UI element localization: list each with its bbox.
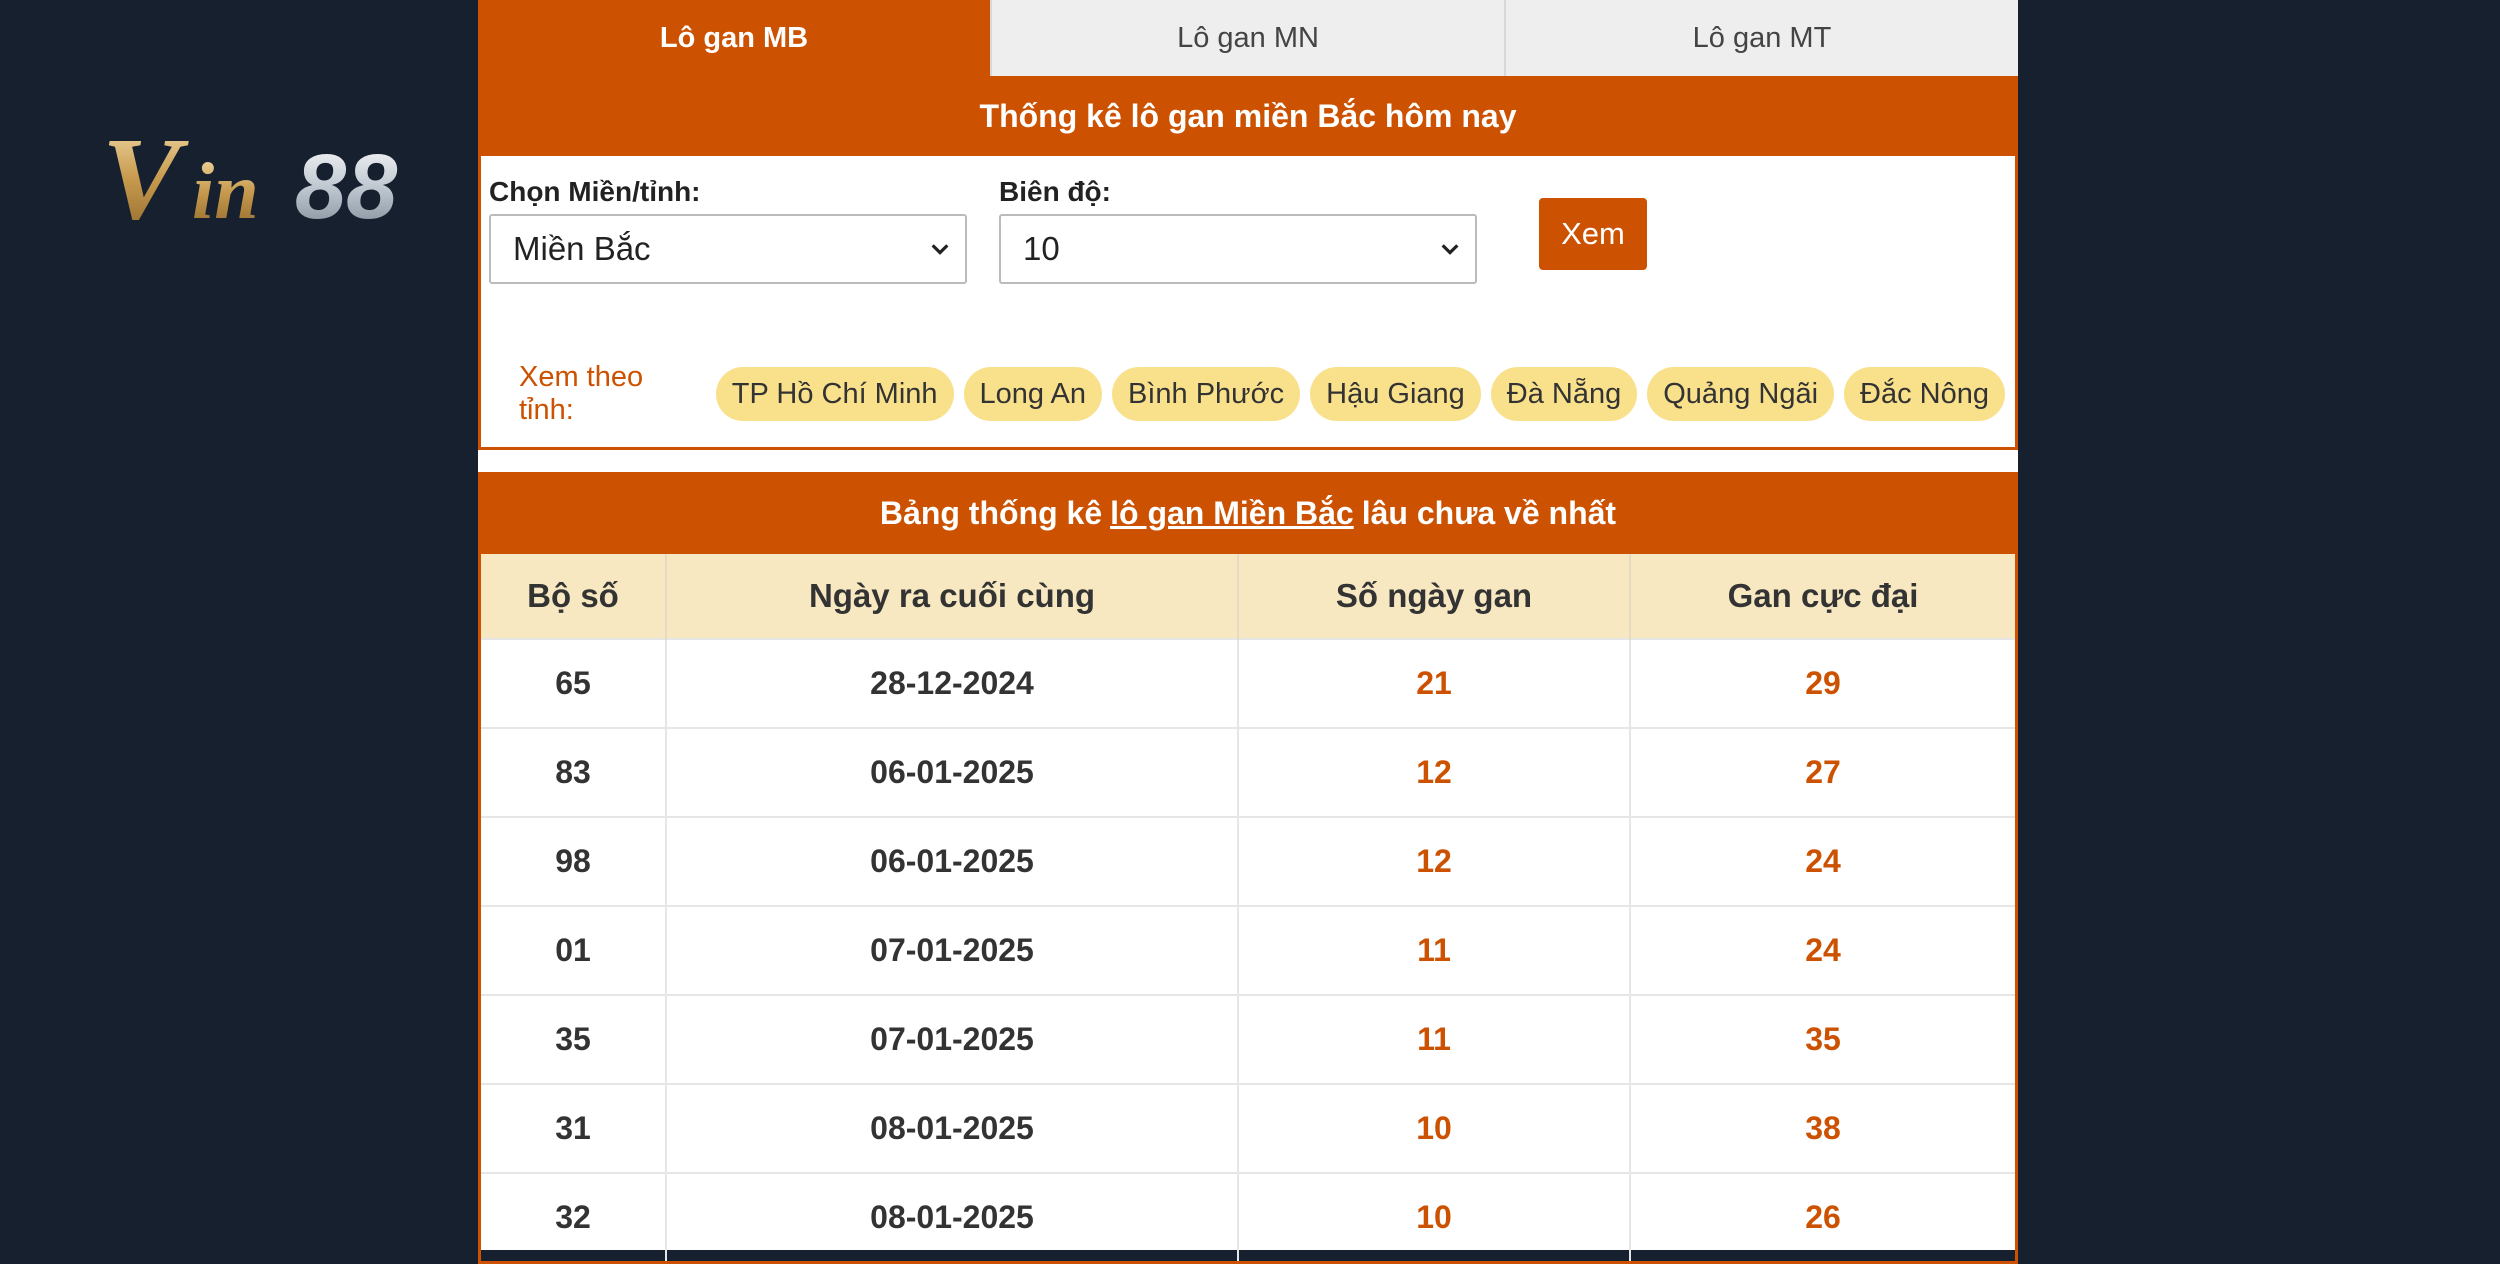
gan-days-cell: 10 <box>1238 1172 1631 1261</box>
province-pill[interactable]: Hậu Giang <box>1310 367 1481 421</box>
column-header: Gan cực đại <box>1630 554 2015 639</box>
max-gan-cell: 29 <box>1630 638 2015 728</box>
table-row: 83 06-01-2025 12 27 <box>481 727 2015 817</box>
number-cell: 31 <box>481 1083 667 1173</box>
province-filter: Xem theo tỉnh: TP Hồ Chí Minh Long An Bì… <box>519 361 2015 426</box>
province-pill[interactable]: Quảng Ngãi <box>1647 367 1835 421</box>
province-pill[interactable]: Đà Nẵng <box>1490 367 1638 421</box>
gan-days-cell: 12 <box>1238 727 1631 817</box>
number-cell: 32 <box>481 1172 667 1261</box>
amplitude-label: Biên độ: <box>999 176 1111 207</box>
stats-filter-section: Thống kê lô gan miền Bắc hôm nay Chọn Mi… <box>478 76 2018 450</box>
max-gan-cell: 27 <box>1630 727 2015 817</box>
number-cell: 98 <box>481 816 667 906</box>
svg-text:88: 88 <box>295 136 398 238</box>
table-row: 01 07-01-2025 11 24 <box>481 905 2015 995</box>
filter-form: Chọn Miền/tỉnh: Miền Bắc Biên độ: 10 <box>489 176 2015 296</box>
last-date-cell: 07-01-2025 <box>666 994 1239 1084</box>
gan-days-cell: 21 <box>1238 638 1631 728</box>
region-select-value: Miền Bắc <box>513 230 651 267</box>
lo-gan-table-section: Bảng thống kê lô gan Miền Bắc lâu chưa v… <box>478 472 2018 1264</box>
gan-days-cell: 11 <box>1238 994 1631 1084</box>
amplitude-select-value: 10 <box>1023 230 1060 267</box>
province-pill[interactable]: Bình Phước <box>1112 367 1301 421</box>
number-cell: 65 <box>481 638 667 728</box>
tab-lo-gan-mn[interactable]: Lô gan MN <box>990 0 1504 76</box>
gan-days-cell: 10 <box>1238 1083 1631 1173</box>
table-row: 32 08-01-2025 10 26 <box>481 1172 2015 1261</box>
max-gan-cell: 35 <box>1630 994 2015 1084</box>
table-row: 98 06-01-2025 12 24 <box>481 816 2015 906</box>
table-row: 31 08-01-2025 10 38 <box>481 1083 2015 1173</box>
column-header: Ngày ra cuối cùng <box>666 554 1239 639</box>
number-cell: 83 <box>481 727 667 817</box>
column-header: Số ngày gan <box>1238 554 1631 639</box>
column-header: Bộ số <box>481 554 667 639</box>
tab-lo-gan-mt[interactable]: Lô gan MT <box>1504 0 2018 76</box>
chevron-down-icon <box>1441 244 1459 255</box>
table-title-link[interactable]: lô gan Miền Bắc <box>1110 495 1354 532</box>
last-date-cell: 28-12-2024 <box>666 638 1239 728</box>
lo-gan-table: Bộ số Ngày ra cuối cùng Số ngày gan Gan … <box>481 554 2015 1261</box>
table-title-suffix: lâu chưa về nhất <box>1361 494 1617 531</box>
last-date-cell: 06-01-2025 <box>666 816 1239 906</box>
number-cell: 01 <box>481 905 667 995</box>
table-row: 35 07-01-2025 11 35 <box>481 994 2015 1084</box>
last-date-cell: 06-01-2025 <box>666 727 1239 817</box>
max-gan-cell: 24 <box>1630 905 2015 995</box>
last-date-cell: 07-01-2025 <box>666 905 1239 995</box>
number-cell: 35 <box>481 994 667 1084</box>
province-label: Xem theo tỉnh: <box>519 361 644 426</box>
vin88-logo: V in 88 <box>100 118 460 238</box>
last-date-cell: 08-01-2025 <box>666 1083 1239 1173</box>
svg-text:in: in <box>192 148 259 236</box>
province-pill[interactable]: Đắc Nông <box>1844 367 2005 421</box>
last-date-cell: 08-01-2025 <box>666 1172 1239 1261</box>
svg-text:V: V <box>102 118 189 238</box>
chevron-down-icon <box>931 244 949 255</box>
gan-days-cell: 11 <box>1238 905 1631 995</box>
max-gan-cell: 38 <box>1630 1083 2015 1173</box>
table-row: 65 28-12-2024 21 29 <box>481 638 2015 728</box>
province-pill[interactable]: Long An <box>963 367 1102 421</box>
region-label: Chọn Miền/tỉnh: <box>489 176 701 207</box>
amplitude-field: Biên độ: 10 <box>999 176 1477 284</box>
amplitude-select[interactable]: 10 <box>999 214 1477 284</box>
gan-days-cell: 12 <box>1238 816 1631 906</box>
table-header-row: Bộ số Ngày ra cuối cùng Số ngày gan Gan … <box>481 554 2015 639</box>
region-field: Chọn Miền/tỉnh: Miền Bắc <box>489 176 967 284</box>
table-title-prefix: Bảng thống kê <box>879 494 1103 531</box>
province-pill[interactable]: TP Hồ Chí Minh <box>715 367 954 421</box>
max-gan-cell: 26 <box>1630 1172 2015 1261</box>
lo-gan-panel: Lô gan MB Lô gan MN Lô gan MT Thống kê l… <box>478 0 2018 1264</box>
section-title: Thống kê lô gan miền Bắc hôm nay <box>481 76 2015 156</box>
max-gan-cell: 24 <box>1630 816 2015 906</box>
table-title: Bảng thống kê lô gan Miền Bắc lâu chưa v… <box>481 472 2015 554</box>
view-button[interactable]: Xem <box>1539 198 1647 270</box>
tab-lo-gan-mb[interactable]: Lô gan MB <box>478 0 990 76</box>
region-select[interactable]: Miền Bắc <box>489 214 967 284</box>
region-tabs: Lô gan MB Lô gan MN Lô gan MT <box>478 0 2018 76</box>
